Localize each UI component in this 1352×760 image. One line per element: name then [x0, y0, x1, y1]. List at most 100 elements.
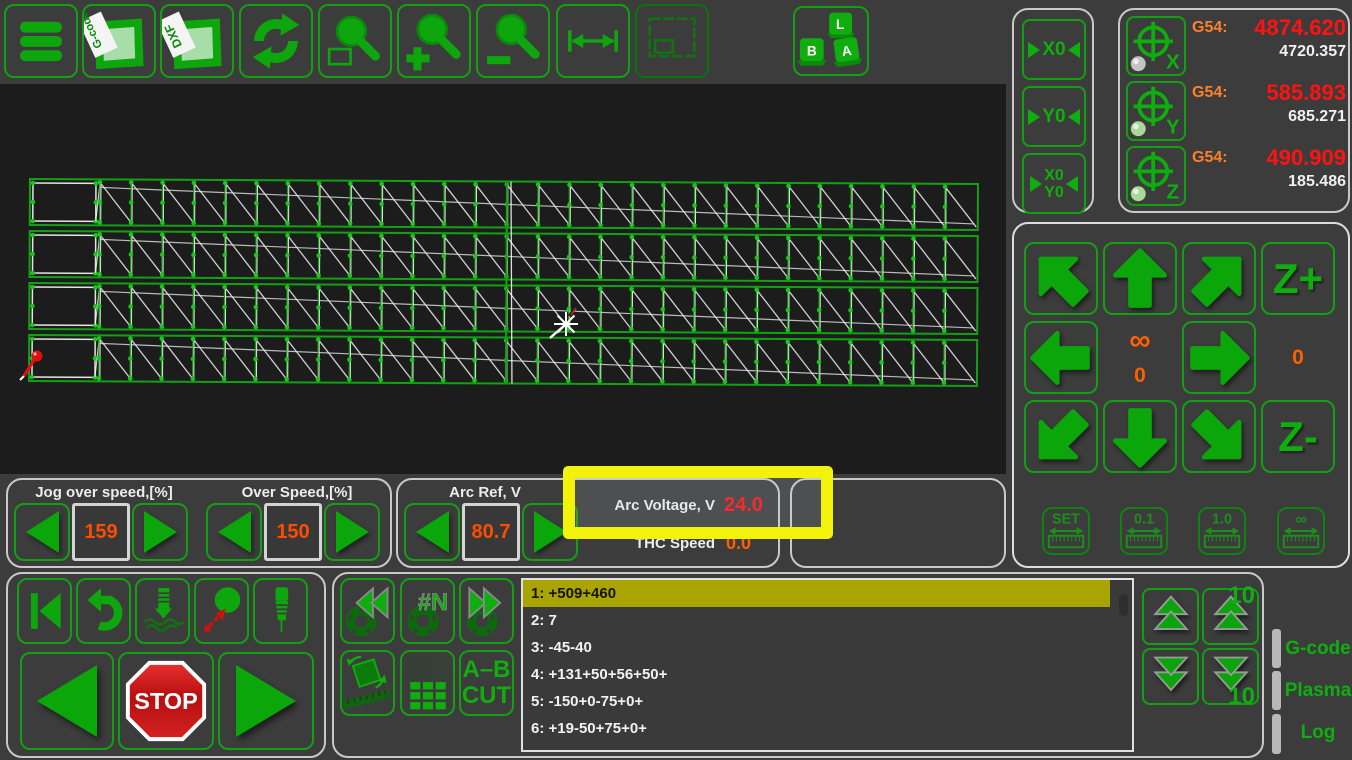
over-speed-label: Over Speed,[%]	[212, 484, 382, 501]
scroll-up-1-button[interactable]	[1142, 588, 1199, 645]
triangle-left-icon	[1068, 109, 1080, 125]
triangle-right-icon	[1030, 176, 1042, 192]
ab-label: A–B	[462, 657, 510, 683]
z-minus-label: Z-	[1278, 413, 1318, 461]
gcode-file-icon: G-code	[84, 6, 154, 76]
zoom-out-button[interactable]	[476, 4, 550, 78]
jog-z-plus-button[interactable]: Z+	[1261, 242, 1335, 315]
gcode-line-selected[interactable]: 1: +509+460	[523, 580, 1110, 607]
led-z-green	[1131, 186, 1146, 201]
jog-up-right-button[interactable]	[1182, 242, 1256, 315]
tab-bar-gcode	[1272, 629, 1281, 668]
arrow-up-right-icon	[1184, 244, 1254, 314]
ab-cut-button[interactable]: A–B CUT	[459, 650, 514, 716]
measure-button[interactable]	[556, 4, 630, 78]
arc-voltage-label: Arc Voltage, V	[560, 497, 715, 514]
jog-over-speed-value: 159	[72, 503, 130, 561]
sheet-bounds-icon	[639, 8, 705, 74]
tab-plasma[interactable]: Plasma	[1284, 680, 1352, 702]
run-backward-button[interactable]	[20, 652, 114, 750]
jog-up-left-button[interactable]	[1024, 242, 1098, 315]
step-continuous-label: ∞	[1295, 510, 1307, 528]
zoom-in-button[interactable]	[397, 4, 471, 78]
axis-y-button[interactable]: Y	[1126, 81, 1186, 141]
tab-bar-log	[1272, 714, 1281, 754]
zero-xy-y-label: Y0	[1044, 184, 1064, 201]
arrow-down-right-icon	[1184, 402, 1254, 472]
scroll-down-10-button[interactable]: 10	[1202, 648, 1259, 705]
gcode-line[interactable]: 6: +19-50+75+0+	[523, 715, 1132, 742]
step-1-0-button[interactable]: 1.0	[1198, 507, 1246, 555]
gcode-panel: #N	[332, 572, 1264, 758]
z-plus-label: Z+	[1273, 255, 1323, 303]
zero-xy-button[interactable]: X0 Y0	[1022, 153, 1086, 214]
x-work-coordinate: 4874.620	[1254, 15, 1346, 41]
gcode-line[interactable]: 4: +131+50+56+50+	[523, 661, 1132, 688]
over-speed-down-button[interactable]	[206, 503, 262, 561]
open-dxf-button[interactable]: DXF	[160, 4, 234, 78]
go-to-start-button[interactable]	[17, 578, 72, 644]
refresh-button[interactable]	[239, 4, 313, 78]
zero-y-button[interactable]: Y0	[1022, 86, 1086, 147]
step-set-button[interactable]: SET	[1042, 507, 1090, 555]
scroll-up-10-button[interactable]: 10	[1202, 588, 1259, 645]
jog-down-button[interactable]	[1103, 400, 1177, 473]
axis-x-button[interactable]: X	[1126, 16, 1186, 76]
zero-x-button[interactable]: X0	[1022, 19, 1086, 80]
jog-up-button[interactable]	[1103, 242, 1177, 315]
menu-button[interactable]	[4, 4, 78, 78]
next-cut-button[interactable]	[459, 578, 514, 644]
chevron-down-icon	[1145, 651, 1197, 703]
array-nesting-button[interactable]	[400, 650, 455, 716]
over-speed-up-button[interactable]	[324, 503, 380, 561]
jog-down-right-button[interactable]	[1182, 400, 1256, 473]
step-continuous-button[interactable]: ∞	[1277, 507, 1325, 555]
zero-xy-x-label: X0	[1044, 167, 1064, 184]
jog-z-minus-button[interactable]: Z-	[1261, 400, 1335, 473]
tab-log[interactable]: Log	[1284, 722, 1352, 744]
axis-row-x: X G54: 4874.620 4720.357	[1126, 15, 1346, 78]
gcode-line[interactable]: 2: 7	[523, 607, 1132, 634]
step-1-0-icon: 1.0	[1200, 508, 1244, 554]
jog-speed-down-button[interactable]	[14, 503, 70, 561]
sheet-bounds-button[interactable]	[635, 4, 709, 78]
gcode-list[interactable]: 1: +509+460 2: 7 3: -45-40 4: +131+50+56…	[521, 578, 1134, 752]
arc-ref-down-button[interactable]	[404, 503, 460, 561]
gcode-scrollbar-thumb[interactable]	[1119, 594, 1128, 616]
jog-panel: Z+ ∞ 0 0	[1012, 222, 1350, 568]
torch-down-button[interactable]	[135, 578, 190, 644]
jog-left-button[interactable]	[1024, 321, 1098, 394]
axis-row-y: Y G54: 585.893 685.271	[1126, 80, 1346, 143]
stop-button[interactable]: STOP	[118, 652, 214, 750]
thc-speed-value: 0.0	[726, 533, 786, 554]
zoom-window-icon	[322, 8, 388, 74]
probe-material-button[interactable]	[194, 578, 249, 644]
keyboard-shortcuts-button[interactable]: L B A	[793, 6, 869, 76]
jog-speed-up-button[interactable]	[132, 503, 188, 561]
axis-z-letter: Z	[1167, 180, 1180, 203]
zoom-in-icon	[401, 8, 467, 74]
array-grid-icon	[403, 653, 453, 713]
gcode-line[interactable]: 3: -45-40	[523, 634, 1132, 661]
undo-move-back-button[interactable]	[76, 578, 131, 644]
triangle-left-icon	[1066, 176, 1078, 192]
run-forward-button[interactable]	[218, 652, 314, 750]
toolpath-canvas[interactable]	[0, 84, 1006, 474]
axis-z-button[interactable]: Z	[1126, 146, 1186, 206]
gcode-line[interactable]: 5: -150+0-75+0+	[523, 688, 1132, 715]
go-to-line-button[interactable]: #N	[400, 578, 455, 644]
jog-down-left-button[interactable]	[1024, 400, 1098, 473]
jog-right-button[interactable]	[1182, 321, 1256, 394]
prev-cut-button[interactable]	[340, 578, 395, 644]
g54-label-z: G54:	[1192, 149, 1228, 167]
zoom-window-button[interactable]	[318, 4, 392, 78]
torch-tool-button[interactable]	[253, 578, 308, 644]
tab-gcode[interactable]: G-code	[1284, 638, 1352, 660]
scroll-down-1-button[interactable]	[1142, 648, 1199, 705]
open-gcode-button[interactable]: G-code	[82, 4, 156, 78]
z-work-coordinate: 490.909	[1266, 145, 1346, 171]
thc-speed-label: THC Speed	[560, 535, 715, 552]
step-0-1-button[interactable]: 0.1	[1120, 507, 1168, 555]
rotate-material-button[interactable]	[340, 650, 395, 716]
z-machine-coordinate: 185.486	[1288, 173, 1346, 191]
